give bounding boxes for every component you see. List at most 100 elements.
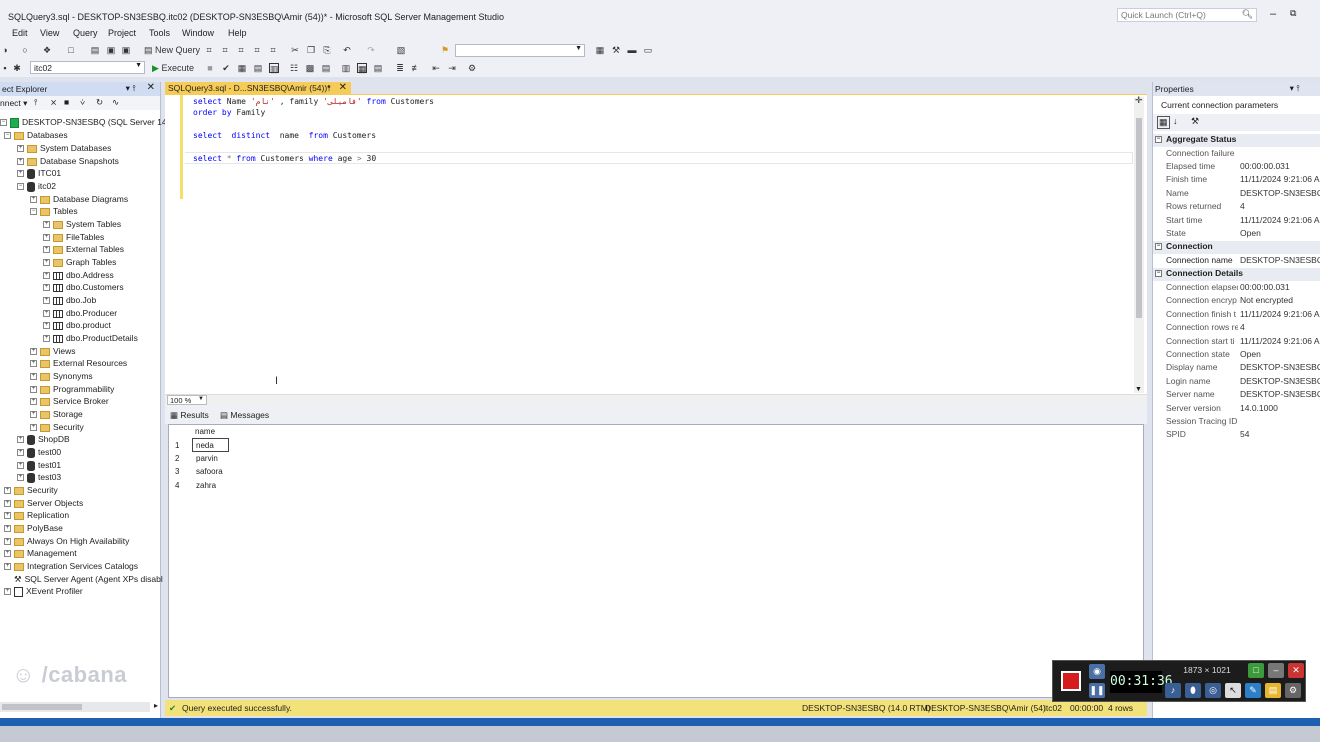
menu-view[interactable]: View xyxy=(40,28,59,38)
close-icon[interactable]: ✕ xyxy=(339,82,347,93)
expand-icon[interactable]: + xyxy=(30,373,37,381)
folder-icon[interactable]: ▤ xyxy=(1265,683,1281,698)
scroll-right-icon[interactable]: ▸ xyxy=(154,701,158,710)
tree-node-tables[interactable]: − Tables xyxy=(30,205,78,217)
tree-node-graph-tables[interactable]: + Graph Tables xyxy=(43,256,116,268)
collapse-icon[interactable]: − xyxy=(4,132,11,140)
property-row[interactable]: Login name DESKTOP-SN3ESBQ\A xyxy=(1153,376,1320,389)
property-row[interactable]: State Open xyxy=(1153,228,1320,241)
tree-node-table-address[interactable]: + dbo.Address xyxy=(43,269,114,281)
display-plan-icon[interactable]: ▦ xyxy=(237,63,247,73)
open-icon[interactable]: ▤ xyxy=(90,45,100,55)
table-cell[interactable]: zahra xyxy=(196,481,216,490)
property-row[interactable]: Display name DESKTOP-SN3ESBQ xyxy=(1153,362,1320,375)
category-connection[interactable]: − Connection xyxy=(1153,241,1320,254)
property-row[interactable]: Server version 14.0.1000 xyxy=(1153,403,1320,416)
expand-icon[interactable]: + xyxy=(43,310,50,318)
parse-icon[interactable]: ✔ xyxy=(221,63,231,73)
expand-icon[interactable]: + xyxy=(43,322,50,330)
collapse-icon[interactable]: − xyxy=(1155,243,1162,250)
quick-launch-input[interactable]: Quick Launch (Ctrl+Q) 🔍︎ xyxy=(1117,8,1257,22)
new-query-button[interactable]: ▤ New Query xyxy=(144,45,200,55)
expand-icon[interactable]: + xyxy=(43,221,50,229)
minimize-icon[interactable]: – xyxy=(1268,663,1284,678)
table-cell[interactable]: parvin xyxy=(196,454,218,463)
expand-icon[interactable]: + xyxy=(43,272,50,280)
expand-icon[interactable]: + xyxy=(30,196,37,204)
property-row[interactable]: Connection finish t 11/11/2024 9:21:06 AM xyxy=(1153,309,1320,322)
results-to-file-icon[interactable]: ▥ xyxy=(341,63,351,73)
gear-icon[interactable]: ⚙ xyxy=(1285,683,1301,698)
close-icon[interactable]: ✕ xyxy=(1288,663,1304,678)
tree-node-database-snapshots[interactable]: + Database Snapshots xyxy=(17,155,119,167)
region-icon[interactable]: □ xyxy=(1248,663,1264,678)
redo-icon[interactable]: ↷ xyxy=(366,45,376,55)
property-row[interactable]: SPID 54 xyxy=(1153,429,1320,442)
tree-node-database-diagrams[interactable]: + Database Diagrams xyxy=(30,193,128,205)
expand-icon[interactable]: + xyxy=(30,424,37,432)
add-item-icon[interactable]: □ xyxy=(66,45,76,55)
disconnect-icon[interactable]: ⨯ xyxy=(50,97,57,108)
expand-icon[interactable]: + xyxy=(17,462,24,470)
tree-node-itc02[interactable]: − itc02 xyxy=(17,180,56,192)
scrollbar-thumb[interactable] xyxy=(2,704,82,710)
expand-icon[interactable]: + xyxy=(17,436,24,444)
database-select[interactable]: itc02 ▼ xyxy=(30,61,145,74)
pin-icon[interactable]: ▾ ⫯ xyxy=(126,83,136,94)
query-designer-icon[interactable]: ▤ xyxy=(253,63,263,73)
connect-button[interactable]: nnect ▾ xyxy=(0,98,27,109)
property-pages-icon[interactable]: ⚒ xyxy=(1191,116,1199,127)
property-row[interactable]: Connection rows re 4 xyxy=(1153,322,1320,335)
editor-horizontal-scrollbar[interactable] xyxy=(165,394,1147,405)
expand-icon[interactable]: + xyxy=(4,550,11,558)
find-combo[interactable]: ▼ xyxy=(455,44,585,57)
activity-monitor-icon[interactable]: ▧ xyxy=(396,45,406,55)
tree-node-always-on[interactable]: + Always On High Availability xyxy=(4,535,129,547)
property-row[interactable]: Connection elapsed 00:00:00.031 xyxy=(1153,282,1320,295)
tree-node-programmability[interactable]: + Programmability xyxy=(30,383,114,395)
menu-project[interactable]: Project xyxy=(108,28,136,38)
tree-node-sql-agent[interactable]: ⚒ SQL Server Agent (Agent XPs disabl xyxy=(14,573,163,585)
pin-icon[interactable]: ⫯ xyxy=(327,83,331,94)
collapse-icon[interactable]: − xyxy=(1155,270,1162,277)
tab-messages[interactable]: ▤ Messages xyxy=(220,410,269,421)
category-aggregate-status[interactable]: − Aggregate Status xyxy=(1153,134,1320,147)
tree-node-external-resources[interactable]: + External Resources xyxy=(30,357,127,369)
tree-node-replication[interactable]: + Replication xyxy=(4,509,69,521)
tree-node-server-objects[interactable]: + Server Objects xyxy=(4,497,83,509)
decrease-indent-icon[interactable]: ⇤ xyxy=(431,63,441,73)
table-cell[interactable]: safoora xyxy=(196,467,223,476)
collapse-icon[interactable]: − xyxy=(0,119,7,127)
property-row[interactable]: Name DESKTOP-SN3ESBQ xyxy=(1153,188,1320,201)
expand-icon[interactable]: + xyxy=(4,588,11,596)
properties-icon[interactable]: ⚒ xyxy=(611,45,621,55)
expand-icon[interactable]: + xyxy=(30,411,37,419)
new-project-icon[interactable]: ❖ xyxy=(42,45,52,55)
expand-icon[interactable]: + xyxy=(17,145,24,153)
expand-icon[interactable]: + xyxy=(4,563,11,571)
uncomment-icon[interactable]: ≣ xyxy=(395,63,405,73)
tree-node-test00[interactable]: + test00 xyxy=(17,446,61,458)
dax-query-icon[interactable]: ⌗ xyxy=(268,45,278,55)
property-row[interactable]: Connection start ti 11/11/2024 9:21:06 AM xyxy=(1153,336,1320,349)
expand-icon[interactable]: + xyxy=(30,398,37,406)
expand-icon[interactable]: + xyxy=(30,386,37,394)
expand-icon[interactable]: + xyxy=(17,474,24,482)
collapse-icon[interactable]: − xyxy=(1155,136,1162,143)
toolbox-icon[interactable]: ▬ xyxy=(627,45,637,55)
property-row[interactable]: Connection encryp Not encrypted xyxy=(1153,295,1320,308)
back-icon[interactable]: ◑ xyxy=(0,45,10,55)
undo-icon[interactable]: ↶ xyxy=(342,45,352,55)
tree-node-table-customers[interactable]: + dbo.Customers xyxy=(43,281,124,293)
property-row[interactable]: Finish time 11/11/2024 9:21:06 AM xyxy=(1153,174,1320,187)
refresh-icon[interactable]: ↻ xyxy=(96,97,103,108)
pen-icon[interactable]: ✎ xyxy=(1245,683,1261,698)
filter-icon[interactable]: ⩒ xyxy=(80,97,85,108)
tree-node-table-product[interactable]: + dbo.product xyxy=(43,319,111,331)
expand-icon[interactable]: + xyxy=(43,246,50,254)
expand-icon[interactable]: + xyxy=(43,234,50,242)
copy-icon[interactable]: ❐ xyxy=(306,45,316,55)
record-stop-button[interactable] xyxy=(1061,671,1081,691)
expand-icon[interactable]: + xyxy=(4,538,11,546)
tree-node-service-broker[interactable]: + Service Broker xyxy=(30,395,109,407)
